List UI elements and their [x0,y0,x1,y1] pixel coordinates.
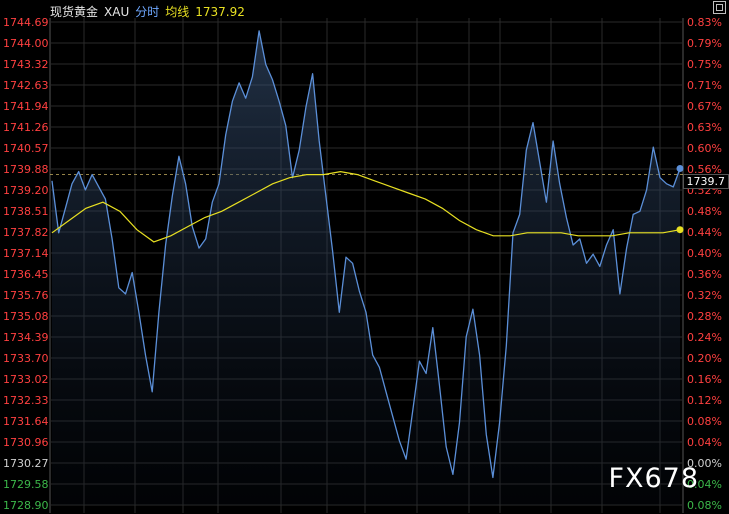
y-tick-label-left: 1735.08 [3,310,49,323]
average-price-line [51,170,681,243]
y-tick-label-right: 0.60% [687,142,722,155]
instrument-symbol: XAU [104,5,130,19]
y-tick-label-right: 0.67% [687,100,722,113]
y-tick-label-right: 0.12% [687,394,722,407]
y-tick-label-left: 1741.94 [3,100,49,113]
y-tick-label-left: 1737.82 [3,226,49,239]
y-tick-label-left: 1738.51 [3,205,49,218]
y-tick-label-right: 0.04% [687,436,722,449]
y-tick-label-right: 0.24% [687,331,722,344]
y-tick-label-left: 1742.63 [3,79,49,92]
y-tick-label-left: 1743.32 [3,58,49,71]
y-tick-label-right: 0.71% [687,79,722,92]
y-tick-label-left: 1734.39 [3,331,49,344]
y-tick-label-right: 0.08% [687,499,722,512]
y-tick-label-right: 0.36% [687,268,722,281]
y-tick-label-right: 0.20% [687,352,722,365]
y-tick-label-left: 1728.90 [3,499,49,512]
tab-intraday[interactable]: 分时 [135,5,159,19]
y-tick-label-right: 0.40% [687,247,722,260]
chart-header: 现货黄金 XAU 分时 均线 1737.92 [50,3,251,20]
y-tick-label-right: 0.32% [687,289,722,302]
y-tick-label-left: 1729.58 [3,478,49,491]
ma-value: 1737.92 [195,5,245,19]
last-price-label: 1739.7 [682,174,729,189]
y-tick-label-left: 1744.69 [3,16,49,29]
y-tick-label-left: 1744.00 [3,37,49,50]
average-last-point [676,226,684,234]
y-tick-label-left: 1736.45 [3,268,49,281]
y-tick-label-right: 0.83% [687,16,722,29]
instrument-title: 现货黄金 [50,5,99,19]
y-tick-label-right: 0.75% [687,58,722,71]
watermark-logo: FX678 [608,463,699,494]
intraday-chart: 1744.69 1744.00 1743.32 1742.63 1741.94 1741.… [3,16,722,513]
y-tick-label-left: 1730.27 [3,457,49,470]
y-tick-label-right: 0.48% [687,205,722,218]
y-tick-label-right: 0.63% [687,121,722,134]
maximize-icon[interactable] [713,1,726,14]
y-tick-label-left: 1733.02 [3,373,49,386]
y-axis-right: 0.83%0.79%0.75%0.71%0.67%0.63%0.60%0.56%… [687,16,722,512]
y-tick-label-left: 1741.26 [3,121,49,134]
y-tick-label-left: 1732.33 [3,394,49,407]
price-area-fill [52,30,680,506]
y-tick-label-right: 0.08% [687,415,722,428]
chart-stage: 1744.69 1744.00 1743.32 1742.63 1741.94 1741.… [0,0,729,514]
y-axis-left: 1744.69 1744.00 1743.32 1742.63 1741.94 1741.… [3,16,49,512]
y-tick-label-right: 0.44% [687,226,722,239]
y-tick-label-left: 1737.14 [3,247,49,260]
y-tick-label-right: 0.16% [687,373,722,386]
price-last-point [676,165,684,173]
y-tick-label-left: 1733.70 [3,352,49,365]
y-tick-label-left: 1735.76 [3,289,49,302]
y-tick-label-left: 1730.96 [3,436,49,449]
y-tick-label-left: 1740.57 [3,142,49,155]
y-tick-label-left: 1739.20 [3,184,49,197]
ma-label: 均线 [165,5,190,19]
y-tick-label-left: 1731.64 [3,415,49,428]
y-tick-label-right: 0.28% [687,310,722,323]
y-tick-label-right: 0.79% [687,37,722,50]
y-tick-label-left: 1739.88 [3,163,49,176]
